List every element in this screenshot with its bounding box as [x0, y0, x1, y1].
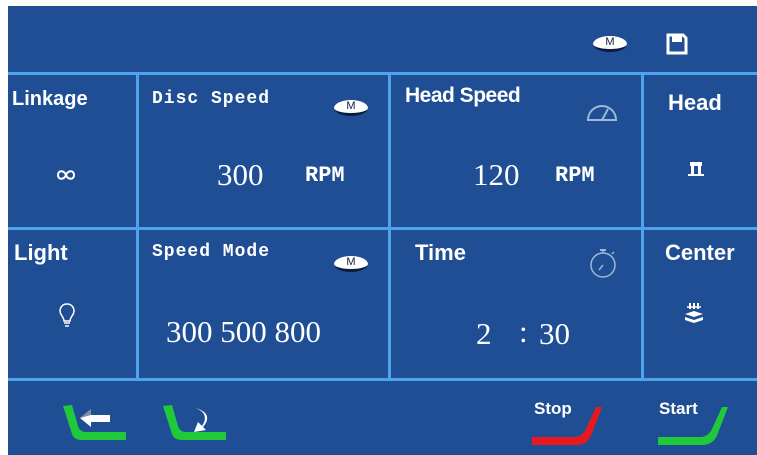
- time-minutes[interactable]: 2: [476, 316, 492, 352]
- start-button[interactable]: Start: [654, 393, 734, 453]
- head-icon: [688, 162, 704, 176]
- forward-button[interactable]: [158, 396, 228, 446]
- disc-speed-label: Disc Speed: [152, 89, 271, 109]
- light-cell[interactable]: Light: [8, 230, 136, 378]
- disc-speed-badge-label: M: [346, 100, 356, 112]
- center-label: Center: [665, 240, 735, 265]
- control-panel-screen: M Linkage Disc Speed M 300 RPM Head Spee…: [8, 6, 757, 455]
- mode-badge-icon[interactable]: M: [593, 36, 627, 52]
- linkage-cell[interactable]: Linkage: [8, 75, 136, 227]
- stop-swoosh-icon: [532, 407, 602, 445]
- head-speed-value[interactable]: 120: [473, 157, 520, 193]
- save-icon[interactable]: [666, 33, 688, 55]
- center-icon: [685, 303, 703, 323]
- linkage-label: Linkage: [12, 88, 88, 110]
- head-label: Head: [668, 90, 722, 115]
- speed-mode-cell[interactable]: Speed Mode M 300 500 800: [139, 230, 388, 378]
- time-cell[interactable]: Time 2 : 30: [391, 230, 641, 378]
- stop-button[interactable]: Stop: [528, 393, 608, 453]
- bulb-icon: [59, 303, 75, 327]
- speed-mode-badge[interactable]: M: [334, 256, 368, 272]
- stopwatch-icon: [590, 249, 616, 278]
- disc-speed-value[interactable]: 300: [217, 157, 264, 193]
- time-separator: :: [519, 314, 528, 349]
- forward-arrow-icon: [163, 405, 226, 440]
- start-swoosh-icon: [658, 407, 728, 445]
- mode-badge-label: M: [605, 36, 615, 48]
- back-arrow-icon: [63, 405, 126, 440]
- back-button[interactable]: [58, 396, 128, 446]
- time-seconds[interactable]: 30: [539, 316, 570, 352]
- head-speed-cell[interactable]: Head Speed 120 RPM: [391, 75, 641, 227]
- center-cell[interactable]: Center: [644, 230, 757, 378]
- head-speed-label: Head Speed: [405, 84, 521, 107]
- gauge-icon: [586, 105, 618, 121]
- speed-mode-badge-label: M: [346, 256, 356, 268]
- head-cell[interactable]: Head: [644, 75, 757, 227]
- light-label: Light: [14, 240, 68, 265]
- disc-speed-unit: RPM: [305, 163, 345, 188]
- disc-speed-mode-badge[interactable]: M: [334, 100, 368, 116]
- head-speed-unit: RPM: [555, 163, 595, 188]
- bottom-bar: Stop Start: [8, 381, 757, 455]
- speed-mode-label: Speed Mode: [152, 242, 271, 262]
- top-bar: M: [8, 6, 757, 72]
- linkage-icon: [56, 170, 76, 180]
- speed-mode-values[interactable]: 300 500 800: [166, 314, 321, 350]
- time-label: Time: [415, 240, 466, 265]
- disc-speed-cell[interactable]: Disc Speed M 300 RPM: [139, 75, 388, 227]
